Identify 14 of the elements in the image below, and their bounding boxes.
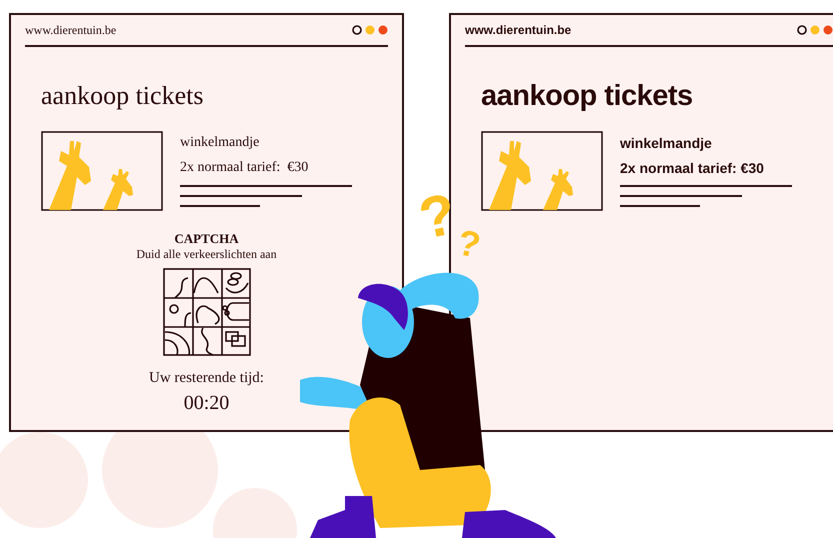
url-text: www.dierentuin.be: [25, 22, 116, 38]
url-text: www.dierentuin.be: [465, 23, 572, 37]
captcha-instruction: Duid alle verkeerslichten aan: [136, 247, 277, 262]
cart-heading: winkelmandje: [620, 134, 713, 152]
cart-heading: winkelmandje: [180, 134, 260, 152]
page-title: aankoop tickets: [481, 81, 694, 111]
timer-value: 00:20: [184, 391, 230, 416]
cart-item-text: 2x normaal tarief: €30: [620, 159, 765, 177]
window-controls-icon: [352, 25, 388, 35]
captcha-title: CAPTCHA: [174, 231, 239, 247]
cart-item-text: 2x normaal tarief: €30: [180, 159, 310, 177]
timer-label: Uw resterende tijd:: [149, 369, 264, 388]
captcha-grid-drawing[interactable]: [162, 268, 250, 356]
page-title: aankoop tickets: [41, 81, 204, 111]
